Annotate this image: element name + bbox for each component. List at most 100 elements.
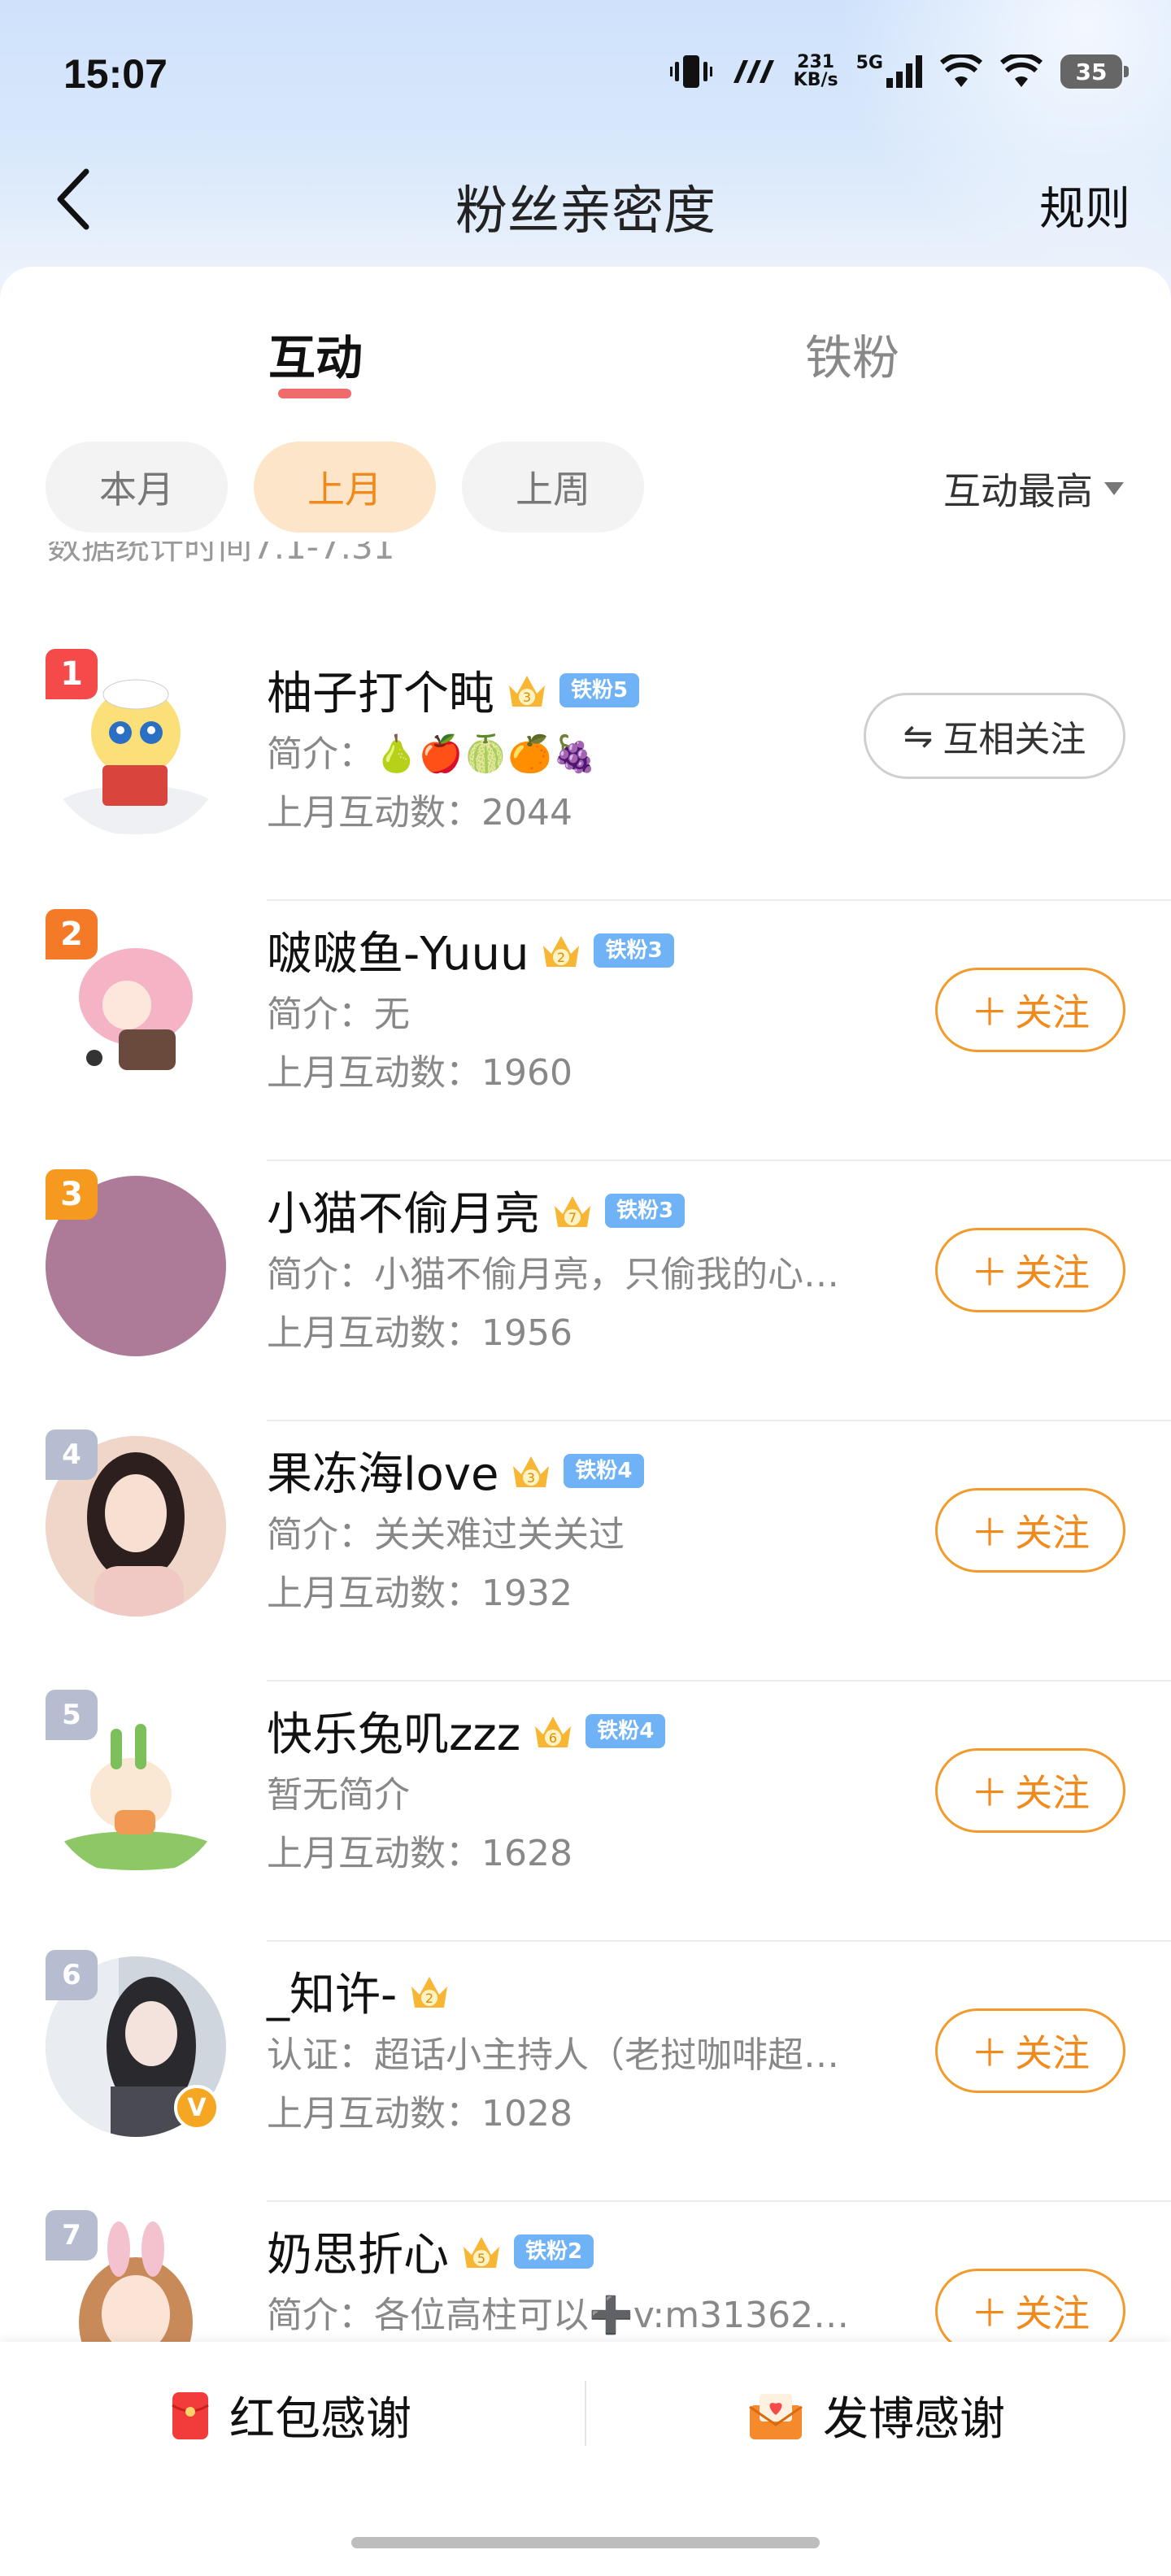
- fan-name[interactable]: 柚子打个盹: [267, 657, 494, 723]
- period-this-month[interactable]: 本月: [46, 442, 228, 533]
- svg-text:2: 2: [557, 950, 565, 965]
- follow-button[interactable]: ＋ 关注: [935, 1488, 1125, 1573]
- svg-text:3: 3: [523, 690, 531, 705]
- rules-link[interactable]: 规则: [1039, 172, 1130, 238]
- period-last-month[interactable]: 上月: [254, 442, 436, 533]
- iron-fan-badge: 铁粉3: [605, 1193, 686, 1228]
- iron-fan-badge: 铁粉4: [564, 1453, 644, 1488]
- wifi-icon-2: [1000, 54, 1043, 87]
- main-panel: 互动 铁粉 本月 上月 上周 互动最高 数据统计时间7.1-7.31 1 柚子打…: [0, 267, 1171, 2576]
- nfc-icon: [733, 60, 774, 83]
- fan-name[interactable]: 果冻海love: [267, 1438, 498, 1503]
- follow-button[interactable]: ＋ 关注: [935, 2008, 1125, 2093]
- net-speed: 231 KB/s: [793, 52, 838, 90]
- plus-icon: ＋: [971, 990, 1008, 1034]
- rank-badge: 5: [46, 1690, 98, 1740]
- fan-name-row: 快乐兔叽zzz 6 铁粉4: [267, 1698, 666, 1764]
- rank-badge: 7: [46, 2210, 98, 2261]
- period-last-week[interactable]: 上周: [462, 442, 644, 533]
- iron-fan-badge: 铁粉3: [594, 933, 674, 968]
- interaction-count: 上月互动数：1960: [267, 1052, 572, 1094]
- iron-fan-badge: 铁粉2: [514, 2234, 594, 2269]
- tab-interaction[interactable]: 互动: [268, 320, 363, 388]
- fan-name-row: 果冻海love 3 铁粉4: [267, 1438, 644, 1503]
- page-title: 粉丝亲密度: [455, 181, 716, 242]
- crown-level-icon: 5: [459, 2230, 504, 2273]
- follow-button[interactable]: ＋ 关注: [935, 2269, 1125, 2353]
- status-time: 15:07: [63, 51, 168, 97]
- plus-icon: ＋: [971, 2031, 1008, 2075]
- fan-name[interactable]: 小猫不偷月亮: [267, 1177, 540, 1243]
- plus-icon: ＋: [971, 1511, 1008, 1555]
- fan-name-row: 奶思折心 5 铁粉2: [267, 2218, 594, 2284]
- nav-bar: 粉丝亲密度 规则: [0, 154, 1171, 244]
- interaction-count: 上月互动数：1028: [267, 2093, 572, 2134]
- tab-active-indicator: [278, 389, 351, 398]
- divider: [585, 2381, 586, 2446]
- follow-button[interactable]: ＋ 关注: [935, 1228, 1125, 1312]
- home-indicator[interactable]: [351, 2537, 820, 2548]
- interaction-count: 上月互动数：1628: [267, 1833, 572, 1874]
- red-envelope-thanks-button[interactable]: 红包感谢: [171, 2382, 411, 2448]
- rank-badge: 3: [46, 1169, 98, 1220]
- follow-button[interactable]: ＋ 关注: [935, 968, 1125, 1052]
- fan-name-row: 柚子打个盹 3 铁粉5: [267, 657, 640, 723]
- list-item[interactable]: 4 果冻海love 3 铁粉4 简介：关关难过关关过 上月互动数：1932 ＋ …: [0, 1421, 1171, 1682]
- interaction-count: 上月互动数：1932: [267, 1573, 572, 1614]
- caret-down-icon: [1104, 482, 1124, 495]
- crown-level-icon: 2: [538, 929, 584, 972]
- crown-level-icon: 7: [550, 1190, 595, 1232]
- list-item[interactable]: V 6 _知许- 2 认证：超话小主持人（老挝咖啡超… 上月互动数：1028 ＋…: [0, 1942, 1171, 2202]
- stats-period-text: 数据统计时间7.1-7.31: [47, 542, 395, 567]
- iron-fan-badge: 铁粉4: [586, 1713, 666, 1748]
- list-item[interactable]: 3 小猫不偷月亮 7 铁粉3 简介：小猫不偷月亮，只偷我的心… 上月互动数：19…: [0, 1161, 1171, 1421]
- fan-name[interactable]: _知许-: [267, 1958, 397, 2024]
- status-icons: 231 KB/s 5G 35: [669, 52, 1129, 90]
- svg-text:3: 3: [527, 1470, 535, 1486]
- status-bar: 15:07 231 KB/s 5G 35: [0, 0, 1171, 154]
- plus-icon: ＋: [971, 2291, 1008, 2335]
- fan-name[interactable]: 啵啵鱼-Yuuu: [267, 917, 529, 983]
- sort-dropdown[interactable]: 互动最高: [943, 462, 1124, 516]
- mutual-arrows-icon: ⇋: [903, 715, 934, 757]
- mutual-follow-button[interactable]: ⇋ 互相关注: [864, 693, 1125, 779]
- wifi-icon: [940, 54, 982, 87]
- follow-button[interactable]: ＋ 关注: [935, 1748, 1125, 1833]
- crown-level-icon: 3: [508, 1450, 554, 1492]
- plus-icon: ＋: [971, 1771, 1008, 1815]
- rank-badge: 4: [46, 1429, 98, 1480]
- bottom-action-bar: 红包感谢 发博感谢: [0, 2342, 1171, 2576]
- crown-level-icon: 3: [504, 669, 550, 711]
- fan-name-row: 啵啵鱼-Yuuu 2 铁粉3: [267, 917, 674, 983]
- tab-iron-fans[interactable]: 铁粉: [805, 320, 899, 388]
- fan-desc: 简介：无: [267, 994, 410, 1035]
- svg-text:6: 6: [549, 1730, 557, 1746]
- fan-desc: 简介：小猫不偷月亮，只偷我的心…: [267, 1254, 839, 1295]
- fan-name-row: _知许- 2: [267, 1958, 452, 2024]
- post-thanks-button[interactable]: 发博感谢: [748, 2382, 1005, 2448]
- rank-badge: 6: [46, 1950, 98, 2000]
- plus-icon: ＋: [971, 1251, 1008, 1295]
- rank-badge: 2: [46, 909, 98, 959]
- crown-level-icon: 2: [407, 1970, 452, 2012]
- vibrate-icon: [669, 55, 712, 88]
- interaction-count: 上月互动数：2044: [267, 792, 572, 833]
- sort-label: 互动最高: [943, 469, 1093, 513]
- svg-text:7: 7: [568, 1210, 577, 1225]
- red-envelope-icon: [172, 2391, 209, 2439]
- rank-badge: 1: [46, 649, 98, 699]
- verified-v-icon: V: [174, 2085, 220, 2130]
- list-item[interactable]: 2 啵啵鱼-Yuuu 2 铁粉3 简介：无 上月互动数：1960 ＋ 关注: [0, 901, 1171, 1161]
- cell-signal-icon: 5G: [856, 53, 922, 88]
- mail-heart-icon: [749, 2393, 803, 2439]
- fan-desc: 简介：关关难过关关过: [267, 1514, 625, 1556]
- iron-fan-badge: 铁粉5: [559, 672, 640, 707]
- fan-name-row: 小猫不偷月亮 7 铁粉3: [267, 1177, 686, 1243]
- battery-indicator: 35: [1060, 54, 1129, 89]
- fan-desc: 认证：超话小主持人（老挝咖啡超…: [267, 2034, 839, 2076]
- list-item[interactable]: 5 快乐兔叽zzz 6 铁粉4 暂无简介 上月互动数：1628 ＋ 关注: [0, 1682, 1171, 1942]
- svg-text:2: 2: [425, 1991, 433, 2006]
- fan-name[interactable]: 快乐兔叽zzz: [267, 1698, 520, 1764]
- list-item[interactable]: 1 柚子打个盹 3 铁粉5 简介：🍐🍎🍈🍊🍇 上月互动数：2044 ⇋ 互相关注: [0, 641, 1171, 901]
- fan-name[interactable]: 奶思折心: [267, 2218, 449, 2284]
